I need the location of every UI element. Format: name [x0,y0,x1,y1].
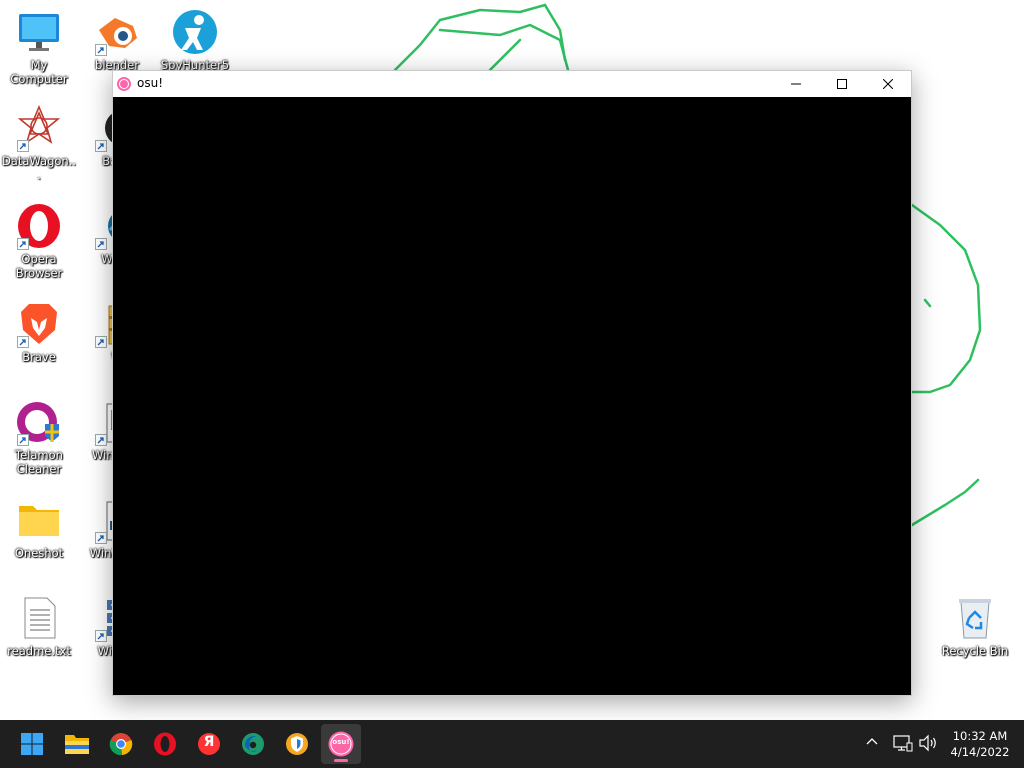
desktop-icon-label: Telamon Cleaner [15,448,63,476]
minimize-icon [791,83,801,85]
maximize-button[interactable] [819,71,865,97]
desktop-icon-telamon[interactable]: Telamon Cleaner [1,398,77,476]
windows-icon [21,733,43,755]
folder-icon [65,735,89,754]
edge-icon [242,733,264,755]
recycle-bin-icon [959,599,991,639]
game-canvas[interactable] [113,97,911,695]
shortcut-arrow-icon [95,336,107,348]
desktop-icon-recycle-bin[interactable]: Recycle Bin [937,594,1013,658]
desktop-icon-my-computer[interactable]: My Computer [1,8,77,86]
desktop-icon-brave[interactable]: Brave [1,300,77,364]
desktop-icon-label: Opera Browser [15,252,63,280]
shortcut-arrow-icon [95,140,107,152]
shortcut-arrow-icon [95,532,107,544]
desktop-icon-datawagon[interactable]: DataWagon... [1,104,77,182]
window-titlebar[interactable]: osu! [113,71,911,97]
shortcut-arrow-icon [95,434,107,446]
taskbar-vpn[interactable] [277,724,317,764]
taskbar: Я osu! 10:32 AM 4/14/2022 [0,720,1024,768]
start-button[interactable] [12,724,52,764]
shortcut-arrow-icon [95,44,107,56]
desktop-icon-label: DataWagon... [1,154,77,182]
close-button[interactable] [865,71,911,97]
vpn-shield-icon [286,733,308,755]
desktop-icon-label: My Computer [10,58,68,86]
shortcut-arrow-icon [17,336,29,348]
desktop-icon-readme[interactable]: readme.txt [1,594,77,658]
network-icon[interactable] [893,734,913,752]
window-title: osu! [137,76,164,90]
text-file-icon [24,597,56,639]
shortcut-arrow-icon [95,630,107,642]
yandex-glyph: Я [203,734,215,750]
desktop-icon-label: Brave [22,350,56,364]
taskbar-chrome[interactable] [101,724,141,764]
desktop-icon-label: Oneshot [14,546,64,560]
osu-icon [117,77,131,91]
taskbar-yandex[interactable]: Я [189,724,229,764]
chevron-up-icon[interactable] [866,736,878,748]
shortcut-arrow-icon [17,434,29,446]
taskbar-edge[interactable] [233,724,273,764]
chrome-icon [109,733,133,756]
taskbar-file-explorer[interactable] [57,724,97,764]
monitor-icon [19,14,59,51]
close-icon [883,79,893,89]
osu-glyph: osu! [332,738,350,746]
active-app-indicator [334,759,348,762]
desktop-icon-label: readme.txt [7,644,71,658]
taskbar-opera[interactable] [145,724,185,764]
taskbar-osu[interactable]: osu! [321,724,361,764]
desktop-icon-oneshot[interactable]: Oneshot [1,496,77,560]
desktop-icon-spyhunter[interactable]: SpyHunter5 [157,8,233,72]
minimize-button[interactable] [773,71,819,97]
clock-time: 10:32 AM [952,729,1008,743]
folder-icon [19,506,59,536]
shortcut-arrow-icon [17,238,29,250]
system-clock[interactable]: 10:32 AM 4/14/2022 [944,728,1016,760]
shortcut-arrow-icon [17,140,29,152]
desktop-icon-opera[interactable]: Opera Browser [1,202,77,280]
osu-window[interactable]: osu! [112,70,912,696]
opera-icon [154,732,176,756]
spyhunter-icon [173,10,217,54]
clock-date: 4/14/2022 [950,745,1010,759]
desktop-icon-label: Recycle Bin [941,644,1009,658]
volume-icon[interactable] [918,734,938,752]
desktop-icon-blender[interactable]: blender [79,8,155,72]
maximize-icon [837,79,847,89]
shortcut-arrow-icon [95,238,107,250]
